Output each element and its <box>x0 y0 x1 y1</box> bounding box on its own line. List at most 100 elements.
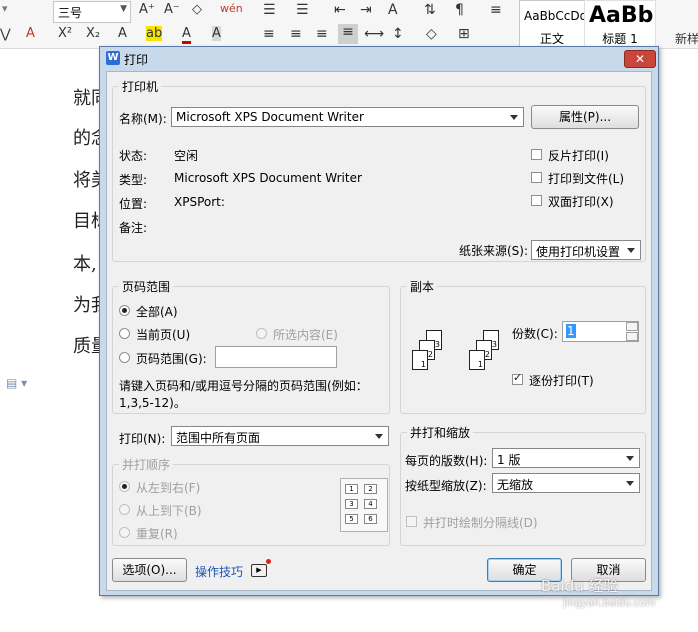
align-right-icon[interactable]: ≡ <box>316 26 328 42</box>
style-normal-preview: AaBbCcDd <box>524 9 588 23</box>
font-size-select[interactable]: 三号 ▼ <box>53 1 131 23</box>
print-what-select[interactable]: 范围中所有页面 <box>171 426 389 446</box>
font-name-dropdown-arrow[interactable]: ▾ <box>2 2 8 15</box>
options-button[interactable]: 选项(O)... <box>112 558 187 582</box>
reverse-print-label[interactable]: 反片打印(I) <box>548 147 609 164</box>
align-left-icon[interactable]: ≡ <box>263 26 275 42</box>
decrease-font-icon[interactable]: A⁻ <box>164 2 180 17</box>
decrease-indent-icon[interactable]: ⇤ <box>334 2 346 18</box>
paper-source-select[interactable]: 使用打印机设置 <box>531 240 641 260</box>
spin-up-button[interactable] <box>626 322 638 331</box>
type-value: Microsoft XPS Document Writer <box>174 171 362 185</box>
subscript-icon[interactable]: X₂ <box>86 26 100 41</box>
font-color-icon[interactable]: A <box>182 26 191 44</box>
duplex-checkbox[interactable] <box>531 195 542 206</box>
range-current-radio[interactable] <box>119 328 130 339</box>
pages-per-sheet-label: 每页的版数(H): <box>405 454 488 468</box>
range-selection-label[interactable]: 所选内容(E) <box>273 326 338 343</box>
properties-button[interactable]: 属性(P)... <box>531 105 639 129</box>
range-pages-radio[interactable] <box>119 352 130 363</box>
increase-indent-icon[interactable]: ⇥ <box>360 2 372 18</box>
order-repeat-radio[interactable] <box>119 527 130 538</box>
superscript-icon[interactable]: X² <box>58 26 72 41</box>
dialog-titlebar[interactable]: W 打印 ✕ <box>100 47 658 69</box>
where-value: XPSPort: <box>174 195 225 209</box>
print-what-value: 范围中所有页面 <box>176 431 261 445</box>
doc-text-line: 本, <box>73 254 97 275</box>
new-style-button[interactable]: 新样 <box>675 30 698 47</box>
scale-select[interactable]: 无缩放 <box>492 473 640 493</box>
print-dialog: W 打印 ✕ 打印机 名称(M): Microsoft XPS Document… <box>99 46 659 596</box>
style-heading-name: 标题 1 <box>602 32 638 46</box>
dialog-client: 打印机 名称(M): Microsoft XPS Document Writer… <box>106 71 652 591</box>
show-marks-icon[interactable]: ¶ <box>455 2 464 18</box>
order-cell: 3 <box>345 499 358 509</box>
page-range-input[interactable] <box>215 346 337 368</box>
dialog-title: 打印 <box>124 53 149 67</box>
range-selection-radio[interactable] <box>256 328 267 339</box>
order-left-right-radio[interactable] <box>119 481 130 492</box>
order-cell: 1 <box>345 484 358 494</box>
chinese-layout-icon[interactable]: A <box>388 2 398 18</box>
style-normal[interactable]: AaBbCcDd 正文 <box>519 0 588 50</box>
copies-title: 副本 <box>407 278 438 295</box>
order-repeat-label[interactable]: 重复(R) <box>136 525 178 542</box>
range-current-label[interactable]: 当前页(U) <box>136 326 190 343</box>
order-left-right-label[interactable]: 从左到右(F) <box>136 479 200 496</box>
underline-dropdown[interactable]: ⋁ <box>0 27 11 42</box>
distributed-align-icon[interactable]: ⟷ <box>364 26 384 42</box>
tips-link[interactable]: 操作技巧 <box>195 563 243 580</box>
border-icon[interactable]: ⊞ <box>458 26 470 42</box>
font-size-value: 三号 <box>58 6 83 20</box>
duplex-label[interactable]: 双面打印(X) <box>548 193 614 210</box>
paragraph-handle-icon[interactable]: ▤ ▾ <box>6 376 27 390</box>
align-center-icon[interactable]: ≡ <box>290 26 302 42</box>
order-title: 并打顺序 <box>119 456 174 473</box>
page-number: 2 <box>427 350 433 359</box>
paragraph-settings-icon[interactable]: ≡ <box>490 2 502 18</box>
char-shading-icon[interactable]: A <box>212 26 221 41</box>
chevron-down-icon <box>627 248 635 253</box>
order-top-bottom-radio[interactable] <box>119 504 130 515</box>
numbered-list-icon[interactable]: ☰ <box>296 2 309 18</box>
print-to-file-checkbox[interactable] <box>531 172 542 183</box>
printer-name-select[interactable]: Microsoft XPS Document Writer <box>171 107 524 127</box>
page-number: 1 <box>420 360 426 369</box>
increase-font-icon[interactable]: A⁺ <box>139 2 155 17</box>
style-heading-1[interactable]: AaBb 标题 1 <box>584 0 656 50</box>
collate-checkbox[interactable] <box>512 371 523 385</box>
print-what-label: 打印(N): <box>119 432 166 446</box>
baidu-watermark-url: jingyan.baidu.com <box>563 598 656 609</box>
strikethrough-icon[interactable]: A <box>26 26 35 41</box>
zoom-title: 并打和缩放 <box>407 424 474 441</box>
print-to-file-label[interactable]: 打印到文件(L) <box>548 170 624 187</box>
line-spacing-icon[interactable]: ↕ <box>392 26 404 42</box>
clear-format-icon[interactable]: ◇ <box>192 2 202 17</box>
range-all-radio[interactable] <box>119 305 130 316</box>
draw-lines-label[interactable]: 并打时绘制分隔线(D) <box>423 514 538 531</box>
copies-count-input[interactable]: 1 <box>562 321 639 342</box>
spin-down-button[interactable] <box>626 332 638 341</box>
justify-icon[interactable]: ≡ <box>338 24 358 44</box>
pages-per-sheet-select[interactable]: 1 版 <box>492 448 640 468</box>
page-number: 2 <box>484 350 490 359</box>
collate-label[interactable]: 逐份打印(T) <box>529 372 594 389</box>
close-button[interactable]: ✕ <box>624 50 656 68</box>
video-icon[interactable]: ▶ <box>251 564 267 577</box>
phonetic-guide-icon[interactable]: wén <box>220 2 243 15</box>
bullet-list-icon[interactable]: ☰ <box>263 2 276 18</box>
sort-icon[interactable]: ⇅ <box>424 2 436 18</box>
range-pages-label[interactable]: 页码范围(G): <box>136 350 207 367</box>
where-label: 位置: <box>119 197 148 211</box>
order-top-bottom-label[interactable]: 从上到下(B) <box>136 502 202 519</box>
reverse-print-checkbox[interactable] <box>531 149 542 160</box>
range-all-label[interactable]: 全部(A) <box>136 303 178 320</box>
text-effect-icon[interactable]: A <box>118 26 127 41</box>
highlight-icon[interactable]: ab <box>146 26 163 41</box>
ribbon-toolbar: ▾ 三号 ▼ A⁺ A⁻ ◇ wén ☰ ☰ ⇤ ⇥ A ⇅ ¶ ≡ ⋁ A X… <box>0 0 698 50</box>
wps-app-icon: W <box>106 51 120 65</box>
draw-lines-checkbox[interactable] <box>406 516 417 527</box>
chevron-down-icon <box>375 434 383 439</box>
shading-fill-icon[interactable]: ◇ <box>426 26 437 42</box>
chevron-down-icon <box>626 456 634 461</box>
